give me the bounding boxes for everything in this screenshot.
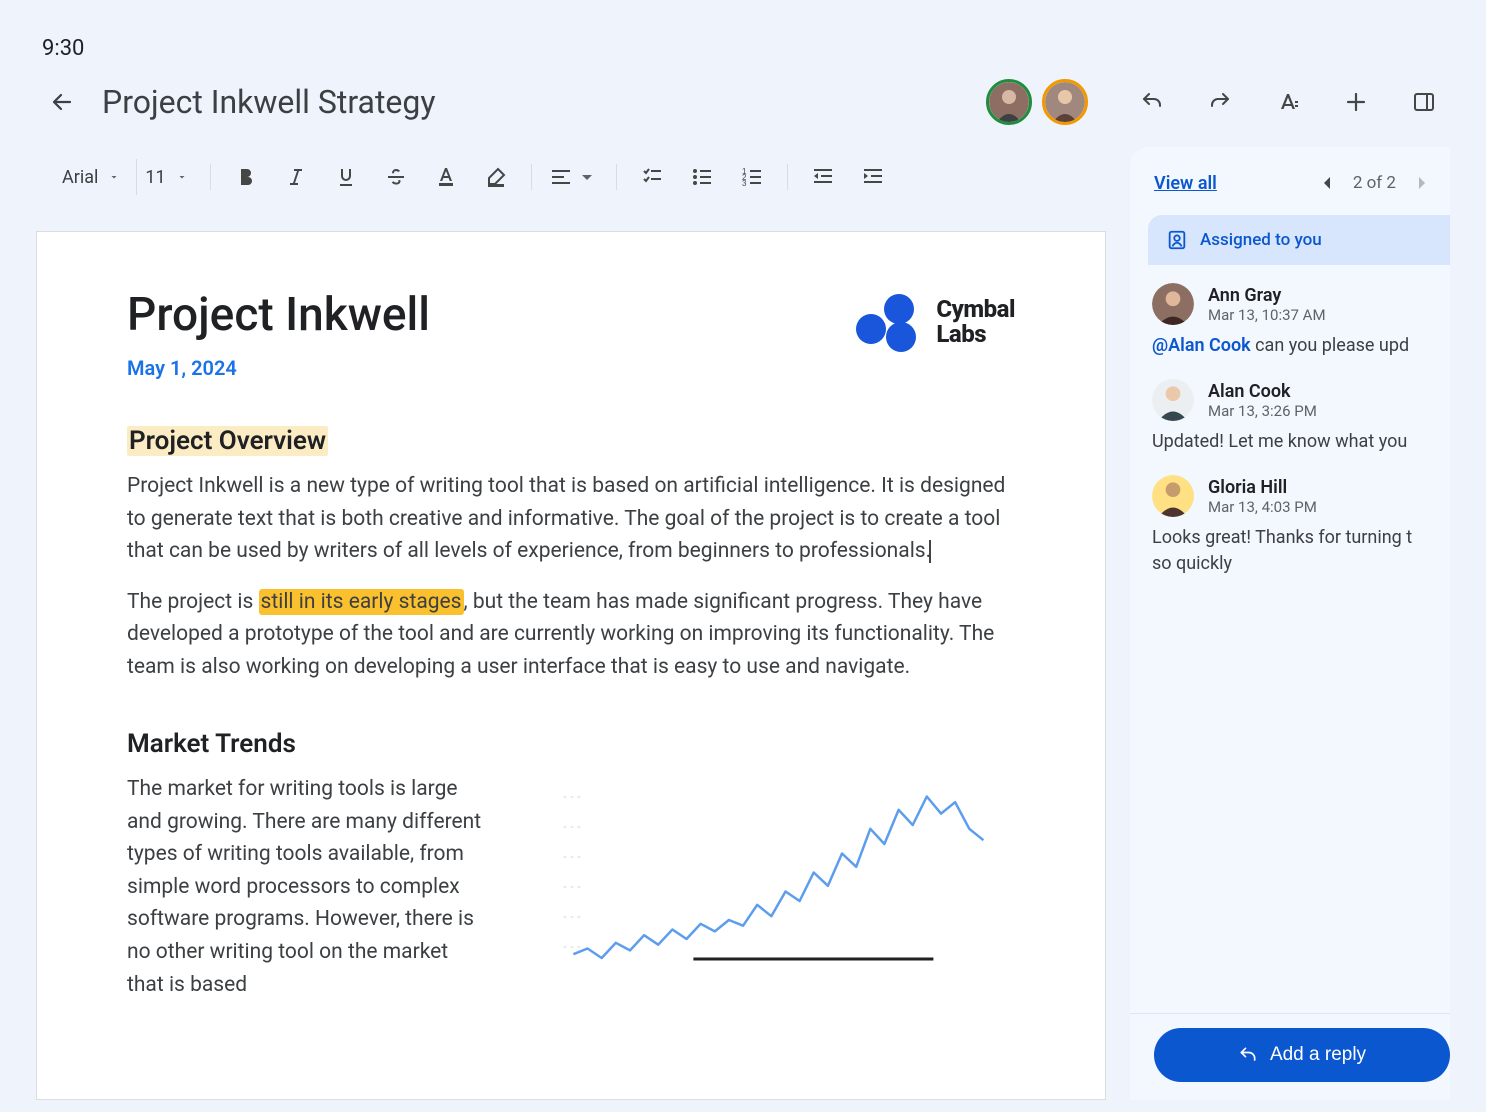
add-reply-label: Add a reply <box>1270 1044 1366 1066</box>
font-size-value: 11 <box>145 167 165 188</box>
chevron-right-icon <box>1410 171 1434 195</box>
highlight-icon <box>484 165 508 189</box>
comments-pager: 2 of 2 <box>1313 169 1436 197</box>
commenter-avatar <box>1152 475 1194 517</box>
document-page[interactable]: Project Inkwell May 1, 2024 Cymbal Labs … <box>36 231 1106 1100</box>
svg-text:3: 3 <box>742 179 747 188</box>
numbered-list-icon: 123 <box>740 165 764 189</box>
reply-icon <box>1238 1045 1258 1065</box>
titlebar: Project Inkwell Strategy <box>36 79 1450 147</box>
plus-icon <box>1344 90 1368 114</box>
undo-button[interactable] <box>1132 82 1172 122</box>
caret-down-icon <box>176 171 188 183</box>
italic-button[interactable] <box>275 156 317 198</box>
font-family-value: Arial <box>62 167 98 188</box>
commenter-name: Alan Cook <box>1208 381 1317 402</box>
text-color-button[interactable] <box>425 156 467 198</box>
comment-body: @Alan Cook can you please upd <box>1152 333 1430 359</box>
company-logo: Cymbal Labs <box>852 294 1015 350</box>
add-reply-button[interactable]: Add a reply <box>1154 1028 1450 1082</box>
paragraph: Project Inkwell is a new type of writing… <box>127 470 1015 568</box>
font-size-select[interactable]: 11 <box>136 159 195 195</box>
chevron-left-icon <box>1315 171 1339 195</box>
comment-body: Looks great! Thanks for turning t so qui… <box>1152 525 1430 577</box>
comment-body: Updated! Let me know what you <box>1152 429 1430 455</box>
indent-increase-button[interactable] <box>852 156 894 198</box>
status-time: 9:30 <box>36 36 1450 79</box>
comment-item[interactable]: Alan Cook Mar 13, 3:26 PM Updated! Let m… <box>1130 379 1450 475</box>
collaborator-avatar[interactable] <box>1042 79 1088 125</box>
highlight-button[interactable] <box>475 156 517 198</box>
bulleted-list-button[interactable] <box>681 156 723 198</box>
assigned-label: Assigned to you <box>1200 230 1322 250</box>
underline-button[interactable] <box>325 156 367 198</box>
bulleted-list-icon <box>690 165 714 189</box>
panel-toggle-button[interactable] <box>1404 82 1444 122</box>
indent-decrease-icon <box>811 165 835 189</box>
font-family-select[interactable]: Arial <box>58 159 132 195</box>
text-cursor <box>929 540 931 563</box>
bold-icon <box>234 165 258 189</box>
text-color-icon <box>434 165 458 189</box>
indent-increase-icon <box>861 165 885 189</box>
caret-down-icon <box>108 171 120 183</box>
pager-text: 2 of 2 <box>1353 173 1396 193</box>
commenter-avatar <box>1152 283 1194 325</box>
checklist-button[interactable] <box>631 156 673 198</box>
assigned-banner[interactable]: Assigned to you <box>1148 215 1450 265</box>
pager-prev-button[interactable] <box>1313 169 1341 197</box>
chart <box>512 773 1015 1001</box>
comment-time: Mar 13, 3:26 PM <box>1208 402 1317 420</box>
collaborator-avatar[interactable] <box>986 79 1032 125</box>
logo-text-line1: Cymbal <box>936 297 1015 322</box>
back-button[interactable] <box>42 82 82 122</box>
comment-time: Mar 13, 4:03 PM <box>1208 498 1317 516</box>
arrow-left-icon <box>50 90 74 114</box>
align-left-icon <box>549 165 573 189</box>
comments-panel: View all 2 of 2 Assigned to you <box>1130 147 1450 1100</box>
comment-item[interactable]: Gloria Hill Mar 13, 4:03 PM Looks great!… <box>1130 475 1450 597</box>
section-heading-overview: Project Overview <box>127 426 1015 456</box>
section-heading-market: Market Trends <box>127 729 1015 759</box>
logo-text-line2: Labs <box>936 322 1015 347</box>
app-window: 9:30 Project Inkwell Strategy <box>12 12 1474 1100</box>
collaborator-avatars <box>986 79 1088 125</box>
commenter-avatar <box>1152 379 1194 421</box>
panel-icon <box>1412 90 1436 114</box>
strikethrough-icon <box>384 165 408 189</box>
align-button[interactable] <box>546 156 602 198</box>
paragraph: The project is still in its early stages… <box>127 586 1015 684</box>
text-format-button[interactable] <box>1268 82 1308 122</box>
title-actions <box>1132 82 1444 122</box>
undo-icon <box>1140 90 1164 114</box>
redo-button[interactable] <box>1200 82 1240 122</box>
view-all-link[interactable]: View all <box>1154 173 1217 194</box>
mention[interactable]: @Alan Cook <box>1152 335 1251 356</box>
comment-time: Mar 13, 10:37 AM <box>1208 306 1326 324</box>
commenter-name: Gloria Hill <box>1208 477 1317 498</box>
doc-date: May 1, 2024 <box>127 356 430 380</box>
strikethrough-button[interactable] <box>375 156 417 198</box>
underline-icon <box>334 165 358 189</box>
indent-decrease-button[interactable] <box>802 156 844 198</box>
italic-icon <box>284 165 308 189</box>
checklist-icon <box>640 165 664 189</box>
document-title[interactable]: Project Inkwell Strategy <box>102 83 436 121</box>
doc-heading: Project Inkwell <box>127 288 430 342</box>
highlighted-text: still in its early stages <box>259 589 464 615</box>
bold-button[interactable] <box>225 156 267 198</box>
comment-item[interactable]: Ann Gray Mar 13, 10:37 AM @Alan Cook can… <box>1130 283 1450 379</box>
text-format-icon <box>1276 90 1300 114</box>
redo-icon <box>1208 90 1232 114</box>
pager-next-button[interactable] <box>1408 169 1436 197</box>
logo-mark-icon <box>852 294 922 350</box>
paragraph: The market for writing tools is large an… <box>127 773 482 1001</box>
numbered-list-button[interactable]: 123 <box>731 156 773 198</box>
caret-down-icon <box>575 165 599 189</box>
assigned-icon <box>1166 229 1188 251</box>
commenter-name: Ann Gray <box>1208 285 1326 306</box>
format-toolbar: Arial 11 <box>36 147 1106 207</box>
insert-button[interactable] <box>1336 82 1376 122</box>
